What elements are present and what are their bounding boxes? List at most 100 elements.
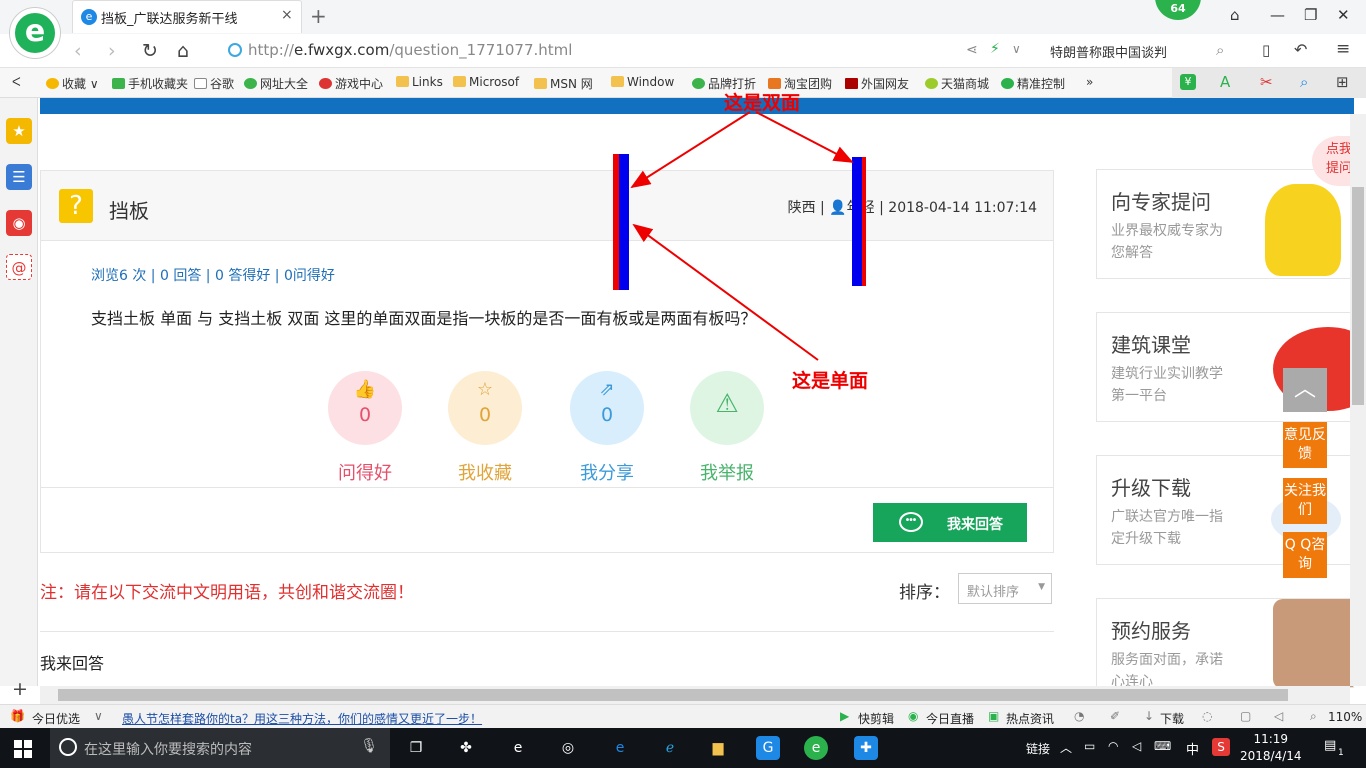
favorite-item[interactable]: 手机收藏夹	[112, 75, 188, 92]
headline-link[interactable]: 愚人节怎样套路你的ta？用这三种方法，你们的感情又更近了一步！	[122, 710, 482, 727]
favorite-item[interactable]: 外国网友	[845, 75, 909, 92]
scissors-icon[interactable]: ✂	[1260, 73, 1273, 91]
email-icon[interactable]: @	[6, 254, 32, 280]
shirt-icon[interactable]: ⌂	[1230, 6, 1240, 24]
search-icon[interactable]: ⌕	[1216, 41, 1224, 59]
vertical-scroll-thumb[interactable]	[1352, 187, 1364, 405]
link-label[interactable]: 链接	[1026, 740, 1050, 757]
qq-consult-button[interactable]: Q Q咨询	[1283, 532, 1327, 578]
bolt-icon[interactable]: ⚡	[990, 41, 1000, 57]
app-edge-icon[interactable]: e	[608, 736, 632, 760]
wifi-icon[interactable]: ◠	[1108, 739, 1118, 753]
translate-icon[interactable]: A	[1220, 73, 1230, 91]
favorite-item[interactable]: Microsof	[453, 75, 519, 89]
weibo-icon[interactable]: ◉	[6, 210, 32, 236]
favorite-item[interactable]: 游戏中心	[319, 75, 383, 92]
appointment-service-card[interactable]: 预约服务 服务面对面，承诺心连心	[1096, 598, 1354, 688]
tab-close-icon[interactable]: ×	[281, 7, 293, 23]
favorite-item[interactable]: 谷歌	[194, 75, 234, 92]
window-icon[interactable]: ▢	[1240, 709, 1251, 723]
share-button[interactable]: ⇗ 0	[570, 371, 644, 445]
answer-button[interactable]: ••• 我来回答	[873, 503, 1027, 542]
magnifier-icon[interactable]: ⌕	[1300, 73, 1308, 91]
today-picks[interactable]: 今日优选	[32, 710, 80, 727]
close-window-icon[interactable]: ✕	[1337, 6, 1350, 24]
sogou-icon[interactable]: S	[1212, 738, 1230, 756]
tray-expand-icon[interactable]: ︿	[1060, 739, 1072, 756]
minimize-icon[interactable]: —	[1270, 6, 1285, 24]
taskbar-search-input[interactable]: 在这里输入你要搜索的内容 🎙	[50, 728, 390, 768]
keyboard-icon[interactable]: ⌨	[1154, 739, 1171, 753]
favorite-button[interactable]: ☆ 0	[448, 371, 522, 445]
pin-icon[interactable]: ✐	[1110, 709, 1120, 723]
good-question-label[interactable]: 问得好	[310, 459, 420, 485]
app-swirl-icon[interactable]: ◎	[556, 736, 580, 760]
chevron-down-icon[interactable]: ∨	[94, 709, 103, 723]
favorite-item[interactable]: 网址大全	[244, 75, 308, 92]
app-plus-icon[interactable]: ✚	[854, 736, 878, 760]
favorite-item[interactable]: Window	[611, 75, 674, 89]
horizontal-scroll-thumb[interactable]	[58, 689, 1288, 701]
back-icon[interactable]: ‹	[74, 40, 82, 62]
speed-icon[interactable]: ◔	[1074, 709, 1084, 723]
good-question-button[interactable]: 👍 0	[328, 371, 402, 445]
news-ticker[interactable]: 特朗普称跟中国谈判	[1050, 42, 1167, 61]
app-active-browser-icon[interactable]: e	[804, 736, 828, 760]
grid-icon[interactable]: ⊞	[1336, 73, 1349, 91]
chevron-down-icon[interactable]: ∨	[1012, 42, 1021, 56]
fold-panel-icon[interactable]: ᐸ	[12, 75, 21, 89]
hot-news-link[interactable]: 热点资讯	[1006, 710, 1054, 727]
app-browser-e-icon[interactable]: e	[506, 736, 530, 760]
report-label[interactable]: 我举报	[672, 459, 782, 485]
zoom-level[interactable]: 110%	[1328, 710, 1362, 724]
phone-icon[interactable]: ▯	[1262, 41, 1270, 59]
menu-icon[interactable]: ≡	[1336, 39, 1350, 59]
mute-icon[interactable]: ◁	[1274, 709, 1283, 723]
back-to-top-icon[interactable]: ︿	[1283, 368, 1327, 412]
refresh-icon[interactable]: ↻	[142, 40, 158, 62]
new-tab-button[interactable]: +	[310, 4, 327, 28]
feedback-button[interactable]: 意见反馈	[1283, 422, 1327, 468]
forward-icon[interactable]: ›	[108, 40, 116, 62]
app-explorer-icon[interactable]: ▆	[706, 736, 730, 760]
follow-us-button[interactable]: 关注我们	[1283, 478, 1327, 524]
favorite-item[interactable]: Links	[396, 75, 443, 89]
favorite-label[interactable]: 我收藏	[430, 459, 540, 485]
currency-icon[interactable]: ¥	[1180, 74, 1196, 90]
favorite-item[interactable]: MSN 网	[534, 75, 593, 92]
share-icon[interactable]: ⋖	[966, 42, 978, 58]
favorite-item[interactable]: 天猫商城	[925, 75, 989, 92]
browser-logo-icon[interactable]: e	[10, 8, 60, 58]
question-user[interactable]: 年轻	[847, 200, 875, 216]
favorites-star-icon[interactable]: ★	[6, 118, 32, 144]
microphone-icon[interactable]: 🎙	[360, 738, 378, 754]
ime-indicator[interactable]: 中	[1186, 739, 1199, 758]
download-link[interactable]: 下载	[1160, 710, 1184, 727]
taskbar-clock[interactable]: 11:19 2018/4/14	[1240, 731, 1302, 765]
task-view-icon[interactable]: ❐	[404, 736, 428, 760]
battery-icon[interactable]: ▭	[1084, 739, 1095, 753]
ask-expert-card[interactable]: 向专家提问 业界最权威专家为您解答	[1096, 169, 1354, 279]
maximize-icon[interactable]: ❐	[1304, 6, 1317, 24]
windows-start-icon[interactable]	[14, 740, 32, 758]
undo-icon[interactable]: ↶	[1294, 40, 1307, 59]
favorites-more[interactable]: »	[1086, 75, 1093, 89]
clean-icon[interactable]: ◌	[1202, 709, 1212, 723]
notification-icon[interactable]: ▤	[1324, 738, 1336, 753]
app-glodon-icon[interactable]: G	[756, 736, 780, 760]
volume-icon[interactable]: ◁	[1132, 739, 1141, 753]
favorite-item[interactable]: 收藏 ∨	[46, 75, 99, 92]
report-button[interactable]: ⚠	[690, 371, 764, 445]
home-icon[interactable]: ⌂	[177, 40, 189, 62]
browser-tab[interactable]: e 挡板_广联达服务新干线 ×	[72, 0, 302, 33]
add-icon[interactable]: +	[12, 678, 28, 700]
app-ie-icon[interactable]: ℯ	[658, 736, 682, 760]
favorite-item[interactable]: 精准控制	[1001, 75, 1065, 92]
list-icon[interactable]: ☰	[6, 164, 32, 190]
app-fan-icon[interactable]: ✤	[454, 736, 478, 760]
sort-select[interactable]: 默认排序 ▼	[958, 573, 1052, 604]
share-label[interactable]: 我分享	[552, 459, 662, 485]
url-input[interactable]: http://e.fwxgx.com/question_1771077.html	[228, 41, 572, 59]
live-link[interactable]: 今日直播	[926, 710, 974, 727]
quick-edit-link[interactable]: 快剪辑	[858, 710, 894, 727]
